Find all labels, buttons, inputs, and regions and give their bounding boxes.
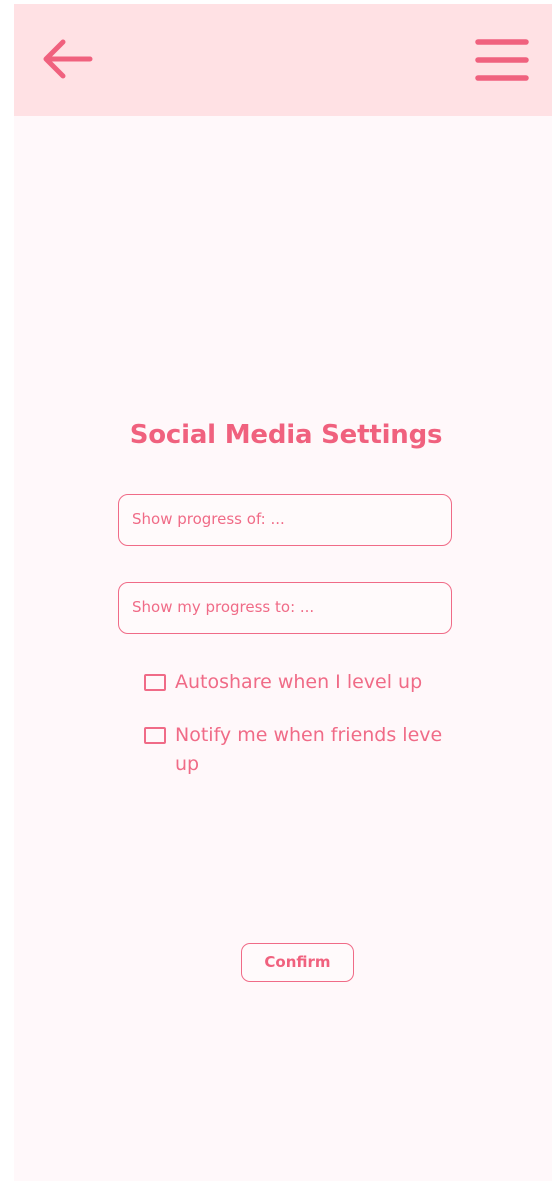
hamburger-menu-icon (475, 39, 529, 81)
notify-friends-label: Notify me when friends leve up (175, 724, 443, 775)
autoshare-checkbox[interactable] (144, 674, 166, 691)
page-title: Social Media Settings (129, 420, 443, 450)
menu-button[interactable] (474, 36, 530, 84)
show-my-progress-to-field[interactable]: Show my progress to: ... (118, 582, 452, 634)
arrow-left-icon (43, 39, 93, 79)
notify-friends-checkbox[interactable] (144, 727, 166, 744)
confirm-button[interactable]: Confirm (241, 943, 354, 982)
social-media-settings-screen: Social Media Settings Show progress of: … (14, 4, 552, 1181)
top-app-bar (14, 4, 552, 116)
show-progress-of-field[interactable]: Show progress of: ... (118, 494, 452, 546)
back-button[interactable] (38, 34, 96, 84)
autoshare-label: Autoshare when I level up (175, 671, 423, 693)
